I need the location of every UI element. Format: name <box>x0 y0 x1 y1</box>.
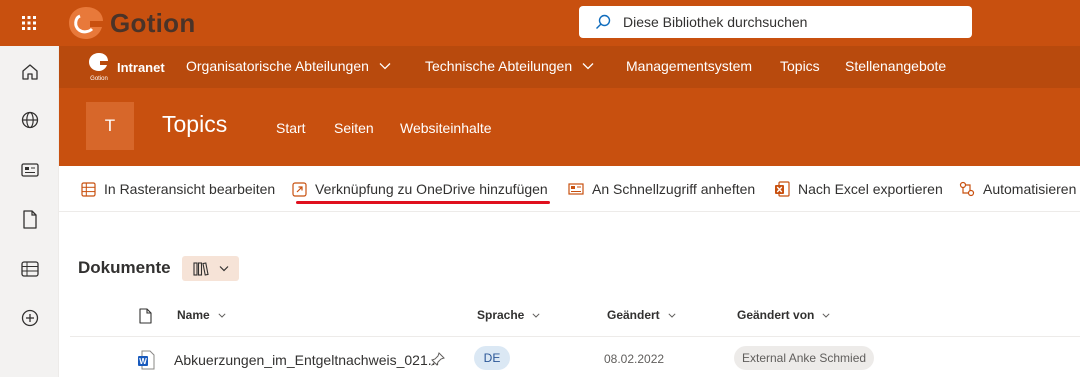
hub-brand-label: Intranet <box>117 59 165 75</box>
command-label: In Rasteransicht bearbeiten <box>104 181 276 197</box>
column-label: Sprache <box>477 308 525 322</box>
edit-in-grid-view-button[interactable]: In Rasteransicht bearbeiten <box>80 181 275 197</box>
chevron-down-icon <box>218 312 226 318</box>
column-header-name[interactable]: Name <box>177 308 226 322</box>
app-bar <box>0 46 59 377</box>
file-type-column-header[interactable] <box>139 308 152 324</box>
search-input[interactable]: Diese Bibliothek durchsuchen <box>623 14 807 30</box>
file-icon[interactable] <box>19 208 41 230</box>
column-label: Name <box>177 308 210 322</box>
nav-item-label: Stellenangebote <box>845 58 947 74</box>
svg-text:W: W <box>139 357 147 366</box>
chevron-down-icon <box>822 312 830 318</box>
file-type-icon <box>139 308 152 324</box>
gotion-mark-icon <box>69 7 103 39</box>
nav-item-label: Managementsystem <box>626 58 753 74</box>
site-nav-seiten[interactable]: Seiten <box>334 120 374 136</box>
nav-item-label: Topics <box>780 58 820 74</box>
command-label: Verknüpfung zu OneDrive hinzufügen <box>315 181 548 197</box>
nav-item-stellenangebote[interactable]: Stellenangebote <box>845 58 946 74</box>
suite-bar: Gotion Diese Bibliothek durchsuchen <box>0 0 1080 46</box>
home-icon[interactable] <box>19 61 41 83</box>
library-title: Dokumente <box>78 258 171 277</box>
language-badge: DE <box>474 346 510 370</box>
view-options-button[interactable] <box>182 256 239 281</box>
shortcut-pin-icon[interactable] <box>431 352 445 366</box>
brand-logo[interactable]: Gotion <box>66 4 196 42</box>
chevron-down-icon <box>582 63 594 70</box>
command-label: Nach Excel exportieren <box>798 181 943 197</box>
create-icon[interactable] <box>19 307 41 329</box>
site-nav-websiteinhalte[interactable]: Websiteinhalte <box>400 120 492 136</box>
hub-logo-text: Gotion <box>90 76 108 82</box>
command-label: An Schnellzugriff anheften <box>592 181 756 197</box>
highlight-underline <box>296 201 550 204</box>
lists-icon[interactable] <box>19 258 41 280</box>
globe-icon[interactable] <box>19 109 41 131</box>
pin-to-quick-access-button[interactable]: An Schnellzugriff anheften <box>568 181 755 197</box>
site-nav-start[interactable]: Start <box>276 120 306 136</box>
command-bar: In Rasteransicht bearbeiten Verknüpfung … <box>59 166 1080 212</box>
add-shortcut-to-onedrive-button[interactable]: Verknüpfung zu OneDrive hinzufügen <box>291 181 548 197</box>
nav-item-topics[interactable]: Topics <box>780 58 820 74</box>
list-header-divider <box>70 336 1080 337</box>
excel-icon <box>774 181 790 197</box>
column-header-geaendert[interactable]: Geändert <box>607 308 676 322</box>
brand-name: Gotion <box>110 7 196 38</box>
site-title[interactable]: Topics <box>162 111 227 138</box>
column-label: Geändert von <box>737 308 815 322</box>
open-link-icon <box>291 181 307 197</box>
chevron-down-icon <box>219 266 228 272</box>
word-document-icon: W <box>138 350 155 370</box>
news-icon[interactable] <box>19 159 41 181</box>
library-view-icon <box>192 262 209 276</box>
hub-logo-icon: Gotion <box>89 53 108 82</box>
nav-item-technische-abteilungen[interactable]: Technische Abteilungen <box>425 58 594 74</box>
export-to-excel-button[interactable]: Nach Excel exportieren <box>774 181 943 197</box>
column-label: Geändert <box>607 308 660 322</box>
modified-date: 08.02.2022 <box>604 352 665 366</box>
modified-by-persona[interactable]: External Anke Schmied <box>734 346 875 370</box>
automate-button[interactable]: Automatisieren <box>959 181 1076 197</box>
file-name-link[interactable]: Abkuerzungen_im_Entgeltnachweis_021... <box>174 352 439 368</box>
nav-item-organisatorische-abteilungen[interactable]: Organisatorische Abteilungen <box>186 58 391 74</box>
nav-item-managementsystem[interactable]: Managementsystem <box>626 58 752 74</box>
site-logo[interactable]: T <box>86 102 134 150</box>
grid-edit-icon <box>80 181 96 197</box>
hub-navigation: Gotion Intranet Organisatorische Abteilu… <box>59 46 1080 88</box>
automate-icon <box>959 181 975 197</box>
chevron-down-icon <box>532 312 540 318</box>
chevron-down-icon <box>379 63 391 70</box>
site-header: T Topics Start Seiten Websiteinhalte <box>59 88 1080 166</box>
chevron-down-icon <box>668 312 676 318</box>
nav-item-label: Organisatorische Abteilungen <box>186 58 369 74</box>
pin-quick-access-icon <box>568 181 584 197</box>
hub-brand[interactable]: Gotion Intranet <box>87 52 165 82</box>
command-label: Automatisieren <box>983 181 1077 197</box>
column-header-sprache[interactable]: Sprache <box>477 308 540 322</box>
search-icon <box>596 14 611 29</box>
app-launcher-icon[interactable] <box>0 0 58 46</box>
search-box[interactable]: Diese Bibliothek durchsuchen <box>579 6 972 38</box>
nav-item-label: Technische Abteilungen <box>425 58 573 74</box>
column-header-geaendert-von[interactable]: Geändert von <box>737 308 830 322</box>
